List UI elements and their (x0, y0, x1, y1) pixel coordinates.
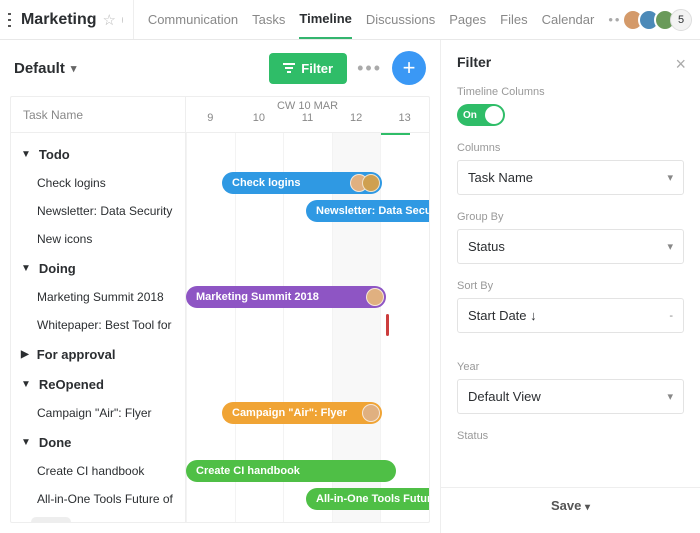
hamburger-icon[interactable] (8, 9, 11, 31)
caret-down-icon: ▼ (21, 149, 31, 160)
task-row[interactable]: Create CI handbook (11, 457, 185, 485)
day-header: 9 (186, 112, 235, 129)
nav-tabs: Communication Tasks Timeline Discussions… (133, 0, 628, 39)
label-year: Year (457, 361, 684, 373)
filter-button-label: Filter (301, 61, 333, 76)
view-select[interactable]: Default ▾ (14, 60, 76, 77)
project-title: Marketing (21, 11, 97, 29)
tab-calendar[interactable]: Calendar (542, 0, 595, 39)
chevron-down-icon: ▾ (585, 502, 590, 513)
day-header: 12 (332, 112, 381, 129)
add-button[interactable]: + (392, 51, 426, 85)
more-icon[interactable]: ••• (357, 58, 382, 79)
label-groupby: Group By (457, 211, 684, 223)
group-label: Doing (39, 261, 76, 276)
gantt-bar[interactable]: Campaign "Air": Flyer (222, 402, 382, 424)
day-header: 11 (283, 112, 332, 129)
select-groupby[interactable]: Status▾ (457, 229, 684, 264)
chevron-down-icon: ▾ (667, 171, 673, 184)
panel-title: Filter (457, 54, 684, 70)
gantt-bar[interactable]: Newsletter: Data Security (306, 200, 429, 222)
label-status: Status (457, 430, 684, 442)
star-icon[interactable]: ☆ (103, 11, 116, 29)
tab-tasks[interactable]: Tasks (252, 0, 285, 39)
tab-timeline[interactable]: Timeline (299, 0, 352, 39)
tab-files[interactable]: Files (500, 0, 527, 39)
week-label: CW 10 MAR (186, 97, 429, 112)
select-columns[interactable]: Task Name▾ (457, 160, 684, 195)
task-row[interactable]: Marketing Summit 2018 (11, 283, 185, 311)
group-row[interactable]: ▼ ReOpened (11, 369, 185, 399)
gantt-bar[interactable]: Marketing Summit 2018 (186, 286, 386, 308)
day-header: 10 (235, 112, 284, 129)
gantt-bar[interactable]: Create CI handbook (186, 460, 396, 482)
tab-pages[interactable]: Pages (449, 0, 486, 39)
avatar-count: 5 (670, 9, 692, 31)
group-label: For approval (37, 347, 116, 362)
day-header: 13 (380, 112, 429, 129)
save-button[interactable]: Save ▾ (441, 487, 700, 519)
task-row[interactable]: Check logins (11, 169, 185, 197)
label-columns: Columns (457, 142, 684, 154)
sort-indicator: - (669, 310, 673, 322)
group-label: ReOpened (39, 377, 104, 392)
select-sortby[interactable]: Start Date ↓- (457, 298, 684, 333)
group-label: Todo (39, 147, 70, 162)
tab-discussions[interactable]: Discussions (366, 0, 435, 39)
filter-icon (283, 63, 295, 73)
status-dot (122, 17, 123, 23)
view-select-label: Default (14, 60, 65, 77)
task-col-header: Task Name (11, 97, 185, 133)
group-row[interactable]: ▶ For approval (11, 339, 185, 369)
tab-communication[interactable]: Communication (148, 0, 238, 39)
group-label: Done (39, 435, 72, 450)
filter-button[interactable]: Filter (269, 53, 347, 84)
chevron-down-icon: ▾ (667, 240, 673, 253)
gantt-bar[interactable]: All-in-One Tools Future (306, 488, 429, 510)
gantt-bar[interactable]: Check logins (222, 172, 382, 194)
select-year[interactable]: Default View▾ (457, 379, 684, 414)
task-row[interactable]: Whitepaper: Best Tool for (11, 311, 185, 339)
caret-right-icon: ▶ (21, 349, 29, 360)
task-row[interactable]: All-in-One Tools Future of (11, 485, 185, 513)
chevron-down-icon: ▾ (71, 62, 77, 75)
group-row[interactable]: ▼ Done (11, 427, 185, 457)
task-row[interactable]: Campaign "Air": Flyer (11, 399, 185, 427)
group-row[interactable]: ▼ Doing (11, 253, 185, 283)
toggle-timeline-columns[interactable]: On (457, 104, 505, 126)
caret-down-icon: ▼ (21, 379, 31, 390)
label-timeline-columns: Timeline Columns (457, 86, 684, 98)
task-row[interactable]: New icons (11, 225, 185, 253)
scrollbar-horizontal[interactable] (31, 517, 71, 522)
chevron-down-icon: ▾ (667, 390, 673, 403)
caret-down-icon: ▼ (21, 437, 31, 448)
close-icon[interactable]: × (675, 54, 686, 75)
member-avatars[interactable]: 5 (628, 9, 692, 31)
caret-down-icon: ▼ (21, 263, 31, 274)
task-row[interactable]: Newsletter: Data Security (11, 197, 185, 225)
group-row[interactable]: ▼ Todo (11, 139, 185, 169)
label-sortby: Sort By (457, 280, 684, 292)
